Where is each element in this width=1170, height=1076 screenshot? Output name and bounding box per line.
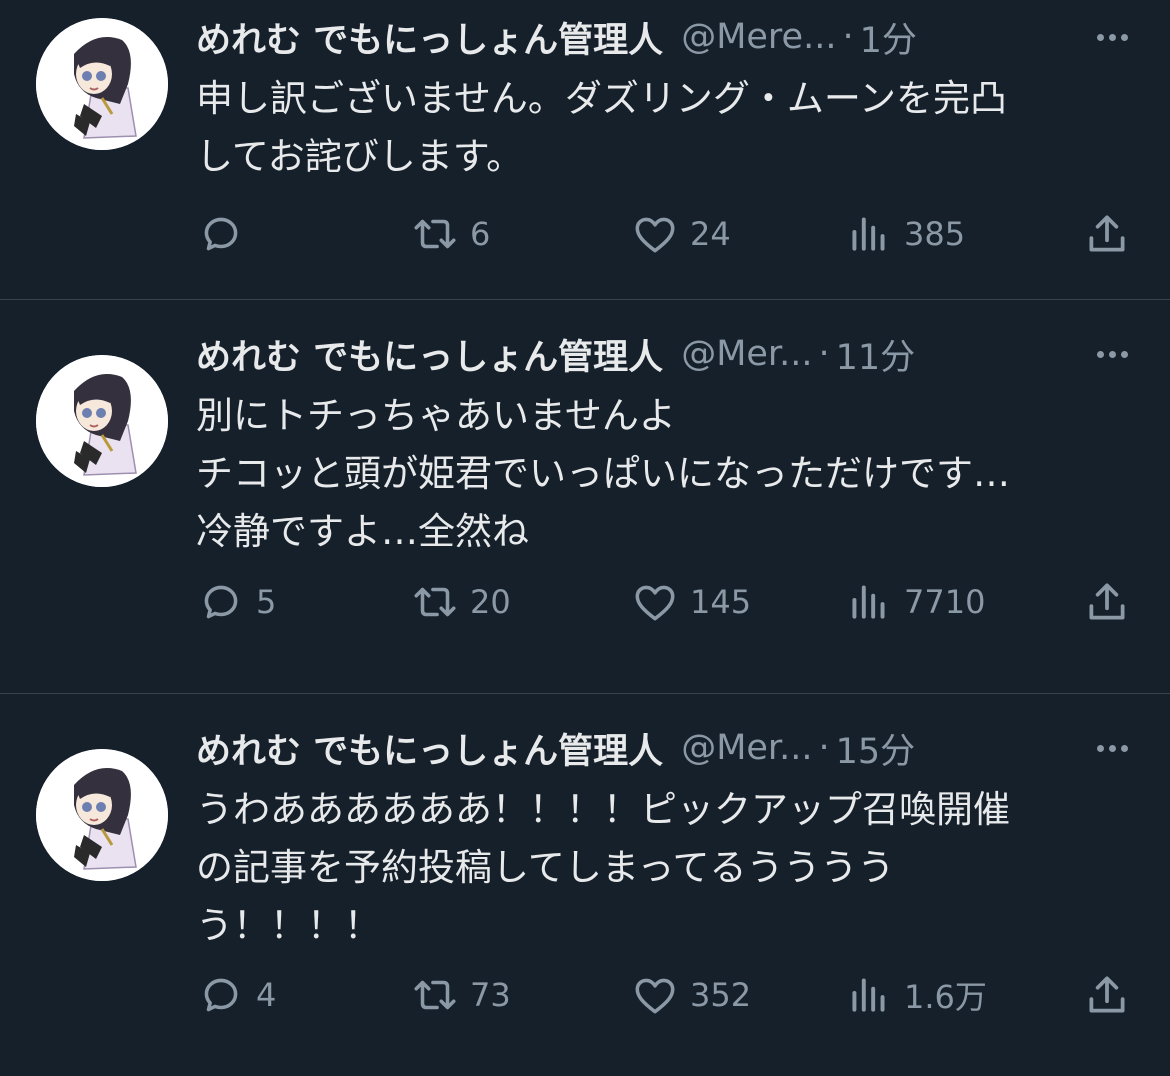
tweet-text-line: 申し訳ございません。ダズリング・ムーンを完凸 [196,77,1008,120]
avatar[interactable] [36,18,168,150]
separator-dot: · [842,17,854,57]
anime-character-avatar [36,355,168,487]
tweet-text: うわああああああ！！！！ピックアップ召喚開催 の記事を予約投稿してしまってるうう… [196,781,1131,955]
tweet-text-line: 冷静ですよ…全然ね [196,510,529,553]
tweet-text-line: してお詫びします。 [196,135,524,178]
retweet-button[interactable]: 6 [410,209,490,259]
heart-icon [635,585,675,621]
share-upload-icon [1089,215,1125,252]
heart-icon [635,978,675,1014]
views-bar-chart-icon [852,978,885,1012]
tweet-text: 別にトチっちゃあいませんよ チコッと頭が姫君でいっぱいになっただけです… 冷静で… [196,387,1131,561]
share-upload-icon [1089,583,1125,620]
tweet-text: 申し訳ございません。ダズリング・ムーンを完凸 してお詫びします。 [196,70,1131,186]
like-button[interactable]: 145 [630,577,751,627]
retweet-icon [414,587,456,617]
anime-character-avatar [36,749,168,881]
action-bar: 6 24 385 [196,209,1130,259]
anime-character-avatar [36,18,168,150]
more-horizontal-icon[interactable] [1097,33,1128,41]
share-button[interactable] [1082,209,1132,259]
tweet-text-line: 別にトチっちゃあいませんよ [196,394,676,437]
retweet-icon [414,219,456,249]
view-count: 385 [904,215,966,253]
like-button[interactable]: 352 [630,970,751,1020]
display-name[interactable]: めれむ でもにっしょん管理人 [196,12,663,63]
avatar[interactable] [36,355,168,487]
retweet-count: 20 [470,583,511,621]
tweet-header: めれむ でもにっしょん管理人 @Mer... · 11分 [196,319,1130,389]
separator-dot: · [818,728,830,768]
retweet-count: 73 [470,976,511,1014]
tweet-text-line: うわああああああ！！！！ピックアップ召喚開催 [196,788,1010,831]
separator-dot: · [818,334,830,374]
like-count: 145 [690,583,752,621]
retweet-button[interactable]: 73 [410,970,511,1020]
timestamp[interactable]: 11分 [836,329,916,380]
reply-button[interactable]: 5 [196,577,276,627]
like-button[interactable]: 24 [630,209,731,259]
reply-count: 4 [256,976,277,1014]
views-button[interactable]: 385 [844,209,965,259]
view-count: 7710 [904,583,986,621]
more-horizontal-icon[interactable] [1097,350,1128,358]
display-name[interactable]: めれむ でもにっしょん管理人 [196,329,663,380]
tweet[interactable]: めれむ でもにっしょん管理人 @Mere... · 1分 申し訳ございません。ダ… [0,2,1170,300]
avatar[interactable] [36,749,168,881]
tweet-text-line: チコッと頭が姫君でいっぱいになっただけです… [196,452,1010,495]
reply-button[interactable] [196,209,256,259]
reply-bubble-icon [204,978,238,1012]
reply-count: 5 [256,583,277,621]
retweet-button[interactable]: 20 [410,577,511,627]
view-count: 1.6万 [904,978,987,1016]
tweet-header: めれむ でもにっしょん管理人 @Mer... · 15分 [196,713,1130,783]
retweet-icon [414,980,456,1010]
action-bar: 5 20 145 7710 [196,577,1130,627]
like-count: 24 [690,215,731,253]
views-bar-chart-icon [852,217,885,251]
reply-bubble-icon [204,217,238,251]
timestamp[interactable]: 15分 [836,723,916,774]
more-horizontal-icon[interactable] [1097,744,1128,752]
tweet-text-line: う！！！！ [196,904,381,947]
share-button[interactable] [1082,577,1132,627]
display-name[interactable]: めれむ でもにっしょん管理人 [196,723,663,774]
views-button[interactable]: 1.6万 [844,970,987,1020]
retweet-count: 6 [470,215,491,253]
user-handle[interactable]: @Mer... [681,728,812,768]
share-button[interactable] [1082,970,1132,1020]
tweet-header: めれむ でもにっしょん管理人 @Mere... · 1分 [196,2,1130,72]
timestamp[interactable]: 1分 [860,12,917,63]
views-button[interactable]: 7710 [844,577,985,627]
share-upload-icon [1089,976,1125,1013]
tweet[interactable]: めれむ でもにっしょん管理人 @Mer... · 15分 うわああああああ！！！… [0,713,1170,1076]
like-count: 352 [690,976,752,1014]
heart-icon [635,217,675,253]
user-handle[interactable]: @Mer... [681,334,812,374]
user-handle[interactable]: @Mere... [681,17,836,57]
views-bar-chart-icon [852,585,885,619]
reply-bubble-icon [204,585,238,619]
tweet-text-line: の記事を予約投稿してしまってるうううう [196,846,895,889]
reply-button[interactable]: 4 [196,970,276,1020]
timeline: めれむ でもにっしょん管理人 @Mere... · 1分 申し訳ございません。ダ… [0,2,1170,1076]
tweet[interactable]: めれむ でもにっしょん管理人 @Mer... · 11分 別にトチっちゃあいませ… [0,319,1170,694]
action-bar: 4 73 352 1.6万 [196,970,1130,1020]
